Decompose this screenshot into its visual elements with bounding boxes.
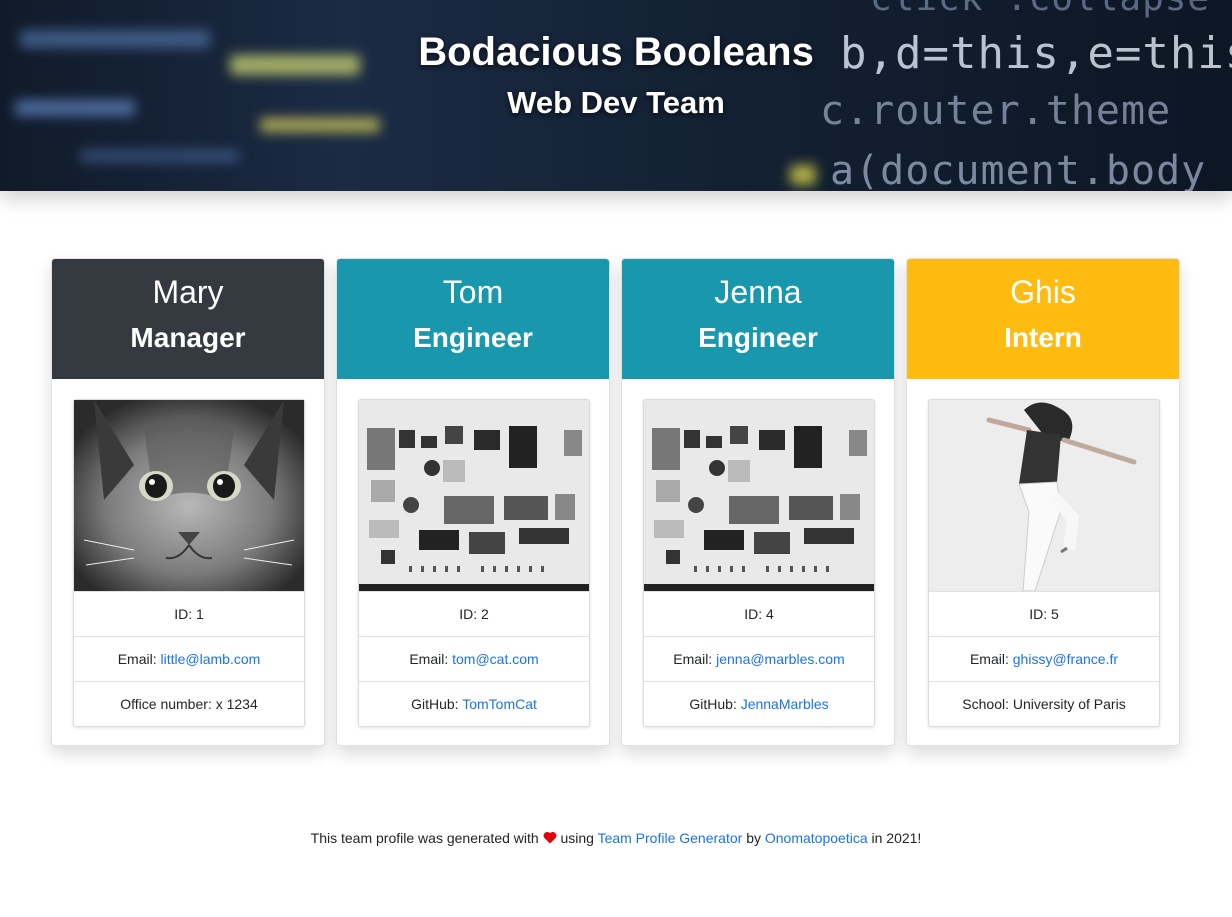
office-number: Office number: x 1234 — [74, 681, 304, 726]
employee-details: ID: 5 Email: ghissy@france.fr School: Un… — [928, 399, 1160, 727]
employee-details: ID: 4 Email: jenna@marbles.com GitHub: J… — [643, 399, 875, 727]
banner-code-line: click .collapse — [870, 0, 1210, 19]
card-header: Ghis Intern — [907, 259, 1179, 379]
employee-email-row: Email: little@lamb.com — [74, 636, 304, 681]
header-banner: b,d=this,e=this c.router.theme a(documen… — [0, 0, 1232, 191]
page-title: Bodacious Booleans — [418, 30, 814, 74]
email-label: Email: — [409, 651, 453, 667]
github-label: GitHub: — [411, 696, 463, 712]
employee-role: Engineer — [413, 322, 533, 353]
github-label: GitHub: — [689, 696, 741, 712]
employee-card: Jenna Engineer ID: 4 Email: jenna@marble… — [621, 258, 895, 746]
generator-link[interactable]: Team Profile Generator — [598, 830, 743, 846]
heart-icon — [543, 831, 557, 844]
employee-email-row: Email: tom@cat.com — [359, 636, 589, 681]
employee-id: ID: 2 — [359, 591, 589, 636]
school-row: School: University of Paris — [929, 681, 1159, 726]
team-cards: Mary Manager ID: 1 Email: little@lamb.co… — [51, 258, 1181, 746]
footer-text: using — [560, 830, 594, 846]
email-label: Email: — [117, 651, 161, 667]
card-header: Tom Engineer — [337, 259, 609, 379]
footer-text: by — [746, 830, 761, 846]
email-link[interactable]: jenna@marbles.com — [716, 651, 845, 667]
employee-name: Jenna — [714, 274, 802, 310]
banner-code-line: a(document.body — [830, 148, 1207, 191]
employee-name: Mary — [152, 274, 224, 310]
email-link[interactable]: tom@cat.com — [452, 651, 539, 667]
jumping-woman-photo — [929, 400, 1159, 591]
employee-card: Tom Engineer ID: 2 Email: tom@cat.com Gi… — [336, 258, 610, 746]
employee-email-row: Email: jenna@marbles.com — [644, 636, 874, 681]
employee-card: Ghis Intern ID: 5 Email: ghissy@france.f… — [906, 258, 1180, 746]
email-link[interactable]: ghissy@france.fr — [1013, 651, 1118, 667]
card-header: Mary Manager — [52, 259, 324, 379]
email-link[interactable]: little@lamb.com — [161, 651, 261, 667]
github-row: GitHub: TomTomCat — [359, 681, 589, 726]
employee-details: ID: 2 Email: tom@cat.com GitHub: TomTomC… — [358, 399, 590, 727]
footer-text: in 2021! — [871, 830, 922, 846]
employee-card: Mary Manager ID: 1 Email: little@lamb.co… — [51, 258, 325, 746]
footer-text: This team profile was generated with — [310, 830, 539, 846]
parts-flatlay-photo — [644, 400, 874, 591]
employee-id: ID: 5 — [929, 591, 1159, 636]
github-link[interactable]: TomTomCat — [462, 696, 537, 712]
card-header: Jenna Engineer — [622, 259, 894, 379]
github-link[interactable]: JennaMarbles — [741, 696, 829, 712]
employee-name: Ghis — [1010, 274, 1076, 310]
employee-role: Manager — [130, 322, 246, 353]
email-label: Email: — [969, 651, 1013, 667]
employee-name: Tom — [442, 274, 504, 310]
employee-details: ID: 1 Email: little@lamb.com Office numb… — [73, 399, 305, 727]
banner-blur — [80, 150, 240, 162]
author-link[interactable]: Onomatopoetica — [765, 830, 868, 846]
github-row: GitHub: JennaMarbles — [644, 681, 874, 726]
employee-id: ID: 1 — [74, 591, 304, 636]
banner-blur — [790, 165, 816, 185]
employee-role: Engineer — [698, 322, 818, 353]
email-label: Email: — [673, 651, 717, 667]
cat-photo — [74, 400, 304, 591]
employee-email-row: Email: ghissy@france.fr — [929, 636, 1159, 681]
employee-id: ID: 4 — [644, 591, 874, 636]
employee-role: Intern — [1004, 322, 1082, 353]
page-footer: This team profile was generated with usi… — [0, 830, 1232, 846]
page-subtitle: Web Dev Team — [507, 85, 725, 120]
parts-flatlay-photo — [359, 400, 589, 591]
